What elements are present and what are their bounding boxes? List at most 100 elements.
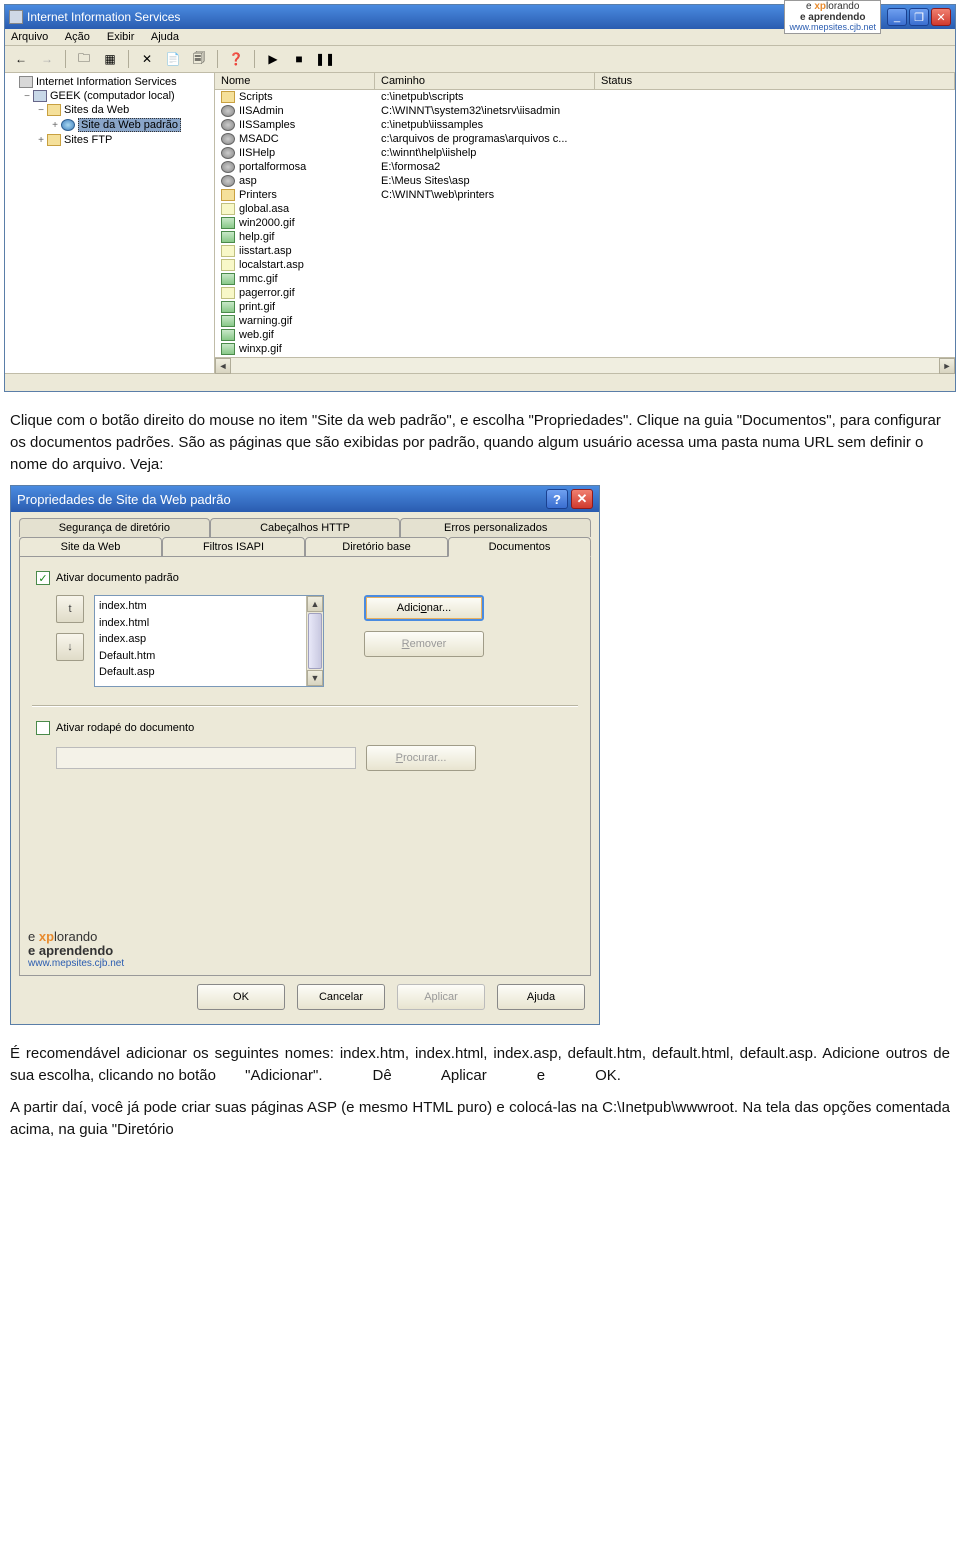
file-status (595, 160, 955, 174)
list-row[interactable]: Scriptsc:\inetpub\scripts (215, 90, 955, 104)
dialog-help-button[interactable]: ? (546, 489, 568, 509)
list-row[interactable]: IISSamplesc:\inetpub\iissamples (215, 118, 955, 132)
remove-button[interactable]: Remover (364, 631, 484, 657)
list-row[interactable]: MSADCc:\arquivos de programas\arquivos c… (215, 132, 955, 146)
list-row[interactable]: winxp.gif (215, 342, 955, 356)
file-icon (221, 259, 235, 271)
list-row[interactable]: print.gif (215, 300, 955, 314)
tab-filtros[interactable]: Filtros ISAPI (162, 537, 305, 556)
footer-path-input[interactable] (56, 747, 356, 769)
list-row[interactable]: PrintersC:\WINNT\web\printers (215, 188, 955, 202)
move-down-button[interactable]: ↓ (56, 633, 84, 661)
scroll-left-icon[interactable]: ◄ (215, 358, 231, 374)
dialog-titlebar: Propriedades de Site da Web padrão ? ✕ (11, 486, 599, 512)
play-button[interactable]: ▶ (263, 49, 283, 69)
file-status (595, 272, 955, 286)
list-row[interactable]: global.asa (215, 202, 955, 216)
list-row[interactable]: web.gif (215, 328, 955, 342)
doc-list-item[interactable]: index.asp (99, 631, 302, 648)
col-path[interactable]: Caminho (375, 73, 595, 89)
file-name: asp (239, 175, 257, 187)
apply-button[interactable]: Aplicar (397, 984, 485, 1010)
list-row[interactable]: help.gif (215, 230, 955, 244)
list-row[interactable]: pagerror.gif (215, 286, 955, 300)
help-button[interactable]: ❓ (226, 49, 246, 69)
minimize-button[interactable]: _ (887, 8, 907, 26)
menu-exibir[interactable]: Exibir (107, 31, 135, 43)
file-status (595, 230, 955, 244)
scroll-down-icon[interactable]: ▼ (307, 670, 323, 686)
default-docs-listbox[interactable]: index.htmindex.htmlindex.aspDefault.htmD… (94, 595, 324, 687)
file-icon (221, 203, 235, 215)
tab-documentos[interactable]: Documentos (448, 537, 591, 557)
iis-window: Internet Information Services e xplorand… (4, 4, 956, 392)
list-row[interactable]: mmc.gif (215, 272, 955, 286)
file-name: mmc.gif (239, 273, 278, 285)
tree-item[interactable]: −GEEK (computador local) (7, 89, 212, 103)
menu-acao[interactable]: Ação (65, 31, 90, 43)
file-status (595, 188, 955, 202)
doc-list-item[interactable]: Default.asp (99, 664, 302, 681)
file-icon (221, 147, 235, 159)
ico-folder-icon (47, 104, 61, 116)
file-status (595, 216, 955, 230)
file-icon (221, 273, 235, 285)
properties-button[interactable]: 📄 (163, 49, 183, 69)
tree-item[interactable]: +Sites FTP (7, 133, 212, 147)
props-button[interactable]: ▦ (100, 49, 120, 69)
tree-item[interactable]: +Site da Web padrão (7, 117, 212, 133)
col-status[interactable]: Status (595, 73, 955, 89)
tab-cabecalhos[interactable]: Cabeçalhos HTTP (210, 518, 401, 537)
cancel-button[interactable]: Cancelar (297, 984, 385, 1010)
back-button[interactable]: ← (11, 49, 31, 69)
file-status (595, 300, 955, 314)
up-button[interactable]: 🗀 (74, 49, 94, 69)
list-row[interactable]: portalformosaE:\formosa2 (215, 160, 955, 174)
list-row[interactable]: localstart.asp (215, 258, 955, 272)
tree-label: GEEK (computador local) (50, 90, 175, 102)
list-body[interactable]: Scriptsc:\inetpub\scriptsIISAdminC:\WINN… (215, 90, 955, 357)
vscroll[interactable]: ▲ ▼ (306, 596, 323, 686)
scroll-right-icon[interactable]: ► (939, 358, 955, 374)
help-button-dlg[interactable]: Ajuda (497, 984, 585, 1010)
pause-button[interactable]: ❚❚ (315, 49, 335, 69)
stop-button[interactable]: ■ (289, 49, 309, 69)
add-button[interactable]: Adicionar... (364, 595, 484, 621)
list-row[interactable]: IISAdminC:\WINNT\system32\inetsrv\iisadm… (215, 104, 955, 118)
tab-erros[interactable]: Erros personalizados (400, 518, 591, 537)
tree-item[interactable]: −Sites da Web (7, 103, 212, 117)
list-row[interactable]: iisstart.asp (215, 244, 955, 258)
tab-site[interactable]: Site da Web (19, 537, 162, 556)
checkbox-ativar-documento[interactable]: ✓ (36, 571, 50, 585)
file-name: IISAdmin (239, 105, 284, 117)
delete-button[interactable]: ✕ (137, 49, 157, 69)
move-up-button[interactable]: t (56, 595, 84, 623)
menu-arquivo[interactable]: Arquivo (11, 31, 48, 43)
list-row[interactable]: IISHelpc:\winnt\help\iishelp (215, 146, 955, 160)
forward-button[interactable]: → (37, 49, 57, 69)
doc-list-item[interactable]: index.html (99, 615, 302, 632)
close-button[interactable]: ✕ (931, 8, 951, 26)
tree-item[interactable]: Internet Information Services (7, 75, 212, 89)
ok-button[interactable]: OK (197, 984, 285, 1010)
doc-list-item[interactable]: Default.htm (99, 648, 302, 665)
list-row[interactable]: warning.gif (215, 314, 955, 328)
tree-pane[interactable]: Internet Information Services−GEEK (comp… (5, 73, 215, 373)
tab-seguranca[interactable]: Segurança de diretório (19, 518, 210, 537)
col-name[interactable]: Nome (215, 73, 375, 89)
list-row[interactable]: win2000.gif (215, 216, 955, 230)
doc-list-item[interactable]: index.htm (99, 598, 302, 615)
maximize-button[interactable]: ❐ (909, 8, 929, 26)
dialog-close-button[interactable]: ✕ (571, 489, 593, 509)
hscroll[interactable]: ◄ ► (215, 357, 955, 373)
browse-button[interactable]: Procurar... (366, 745, 476, 771)
scroll-up-icon[interactable]: ▲ (307, 596, 323, 612)
file-status (595, 314, 955, 328)
list-row[interactable]: aspE:\Meus Sites\asp (215, 174, 955, 188)
menu-ajuda[interactable]: Ajuda (151, 31, 179, 43)
checkbox-rodape[interactable]: ✓ (36, 721, 50, 735)
scroll-thumb[interactable] (308, 613, 322, 669)
refresh-button[interactable]: 🗐 (189, 49, 209, 69)
file-path (375, 300, 595, 314)
tab-diretorio[interactable]: Diretório base (305, 537, 448, 556)
